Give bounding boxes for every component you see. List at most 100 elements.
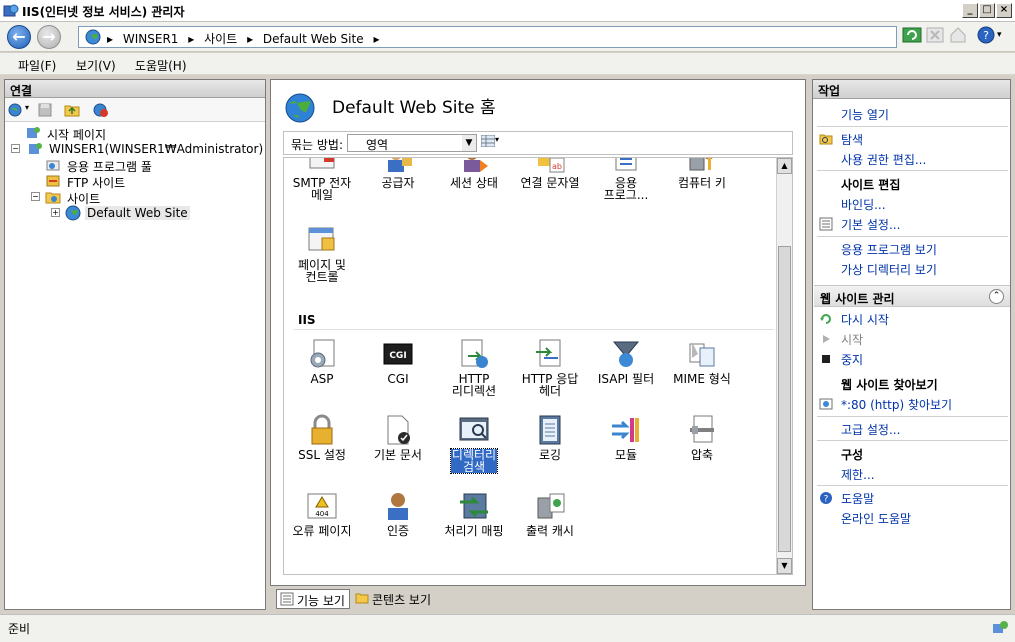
action-view-virtual-directories[interactable]: 가상 디렉터리 보기	[841, 261, 937, 278]
address-field[interactable]: ▸ WINSER1 ▸ 사이트 ▸ Default Web Site ▸	[78, 26, 897, 48]
svg-text:ab: ab	[552, 162, 562, 171]
menu-file[interactable]: 파일(F)	[18, 57, 56, 74]
scroll-down-icon[interactable]: ▼	[777, 558, 792, 574]
group-by-label: 묶는 방법:	[291, 138, 344, 152]
globe-icon	[85, 29, 101, 45]
feature-pages-controls[interactable]: 페이지 및 컨트롤	[284, 224, 360, 283]
feature-authentication[interactable]: 인증	[360, 490, 436, 537]
feature-mime-types[interactable]: MIME 형식	[664, 338, 740, 385]
feature-label: 로깅	[538, 448, 562, 462]
address-bar: ← → ▸ WINSER1 ▸ 사이트 ▸ Default Web Site ▸…	[0, 22, 1015, 52]
section-configure: 구성	[841, 448, 864, 462]
collapse-icon[interactable]: −	[11, 144, 20, 153]
disconnect-icon[interactable]	[93, 102, 109, 118]
action-bindings[interactable]: 바인딩...	[841, 196, 886, 213]
action-view-applications[interactable]: 응용 프로그램 보기	[841, 241, 937, 258]
explore-folder-icon	[819, 134, 833, 145]
default-document-icon	[387, 415, 410, 445]
feature-asp[interactable]: ASP	[284, 338, 360, 385]
help-dropdown-icon[interactable]: ▾	[997, 30, 1002, 40]
group-by-select[interactable]: 영역 ▼	[347, 134, 477, 152]
action-stop[interactable]: 중지	[841, 351, 863, 368]
feature-logging[interactable]: 로깅	[512, 414, 588, 461]
feature-connection-strings[interactable]: ab 연결 문자열	[512, 158, 588, 190]
action-online-help[interactable]: 온라인 도움말	[841, 510, 911, 527]
feature-handler-mappings[interactable]: 처리기 매핑	[436, 490, 512, 537]
basic-settings-icon	[819, 217, 833, 231]
feature-label: MIME 형식	[673, 372, 731, 386]
action-explore[interactable]: 탐색	[841, 131, 863, 148]
connect-icon[interactable]	[8, 102, 24, 118]
action-browse-80[interactable]: *:80 (http) 찾아보기	[841, 396, 952, 413]
menu-help[interactable]: 도움말(H)	[135, 57, 187, 74]
action-limits[interactable]: 제한...	[841, 466, 875, 483]
breadcrumb-site[interactable]: Default Web Site	[263, 32, 364, 46]
feature-directory-browsing[interactable]: 디렉터리 검색	[436, 414, 512, 474]
stop-icon[interactable]	[925, 25, 945, 45]
features-scrollbar[interactable]: ▲ ▼	[776, 158, 792, 574]
refresh-icon[interactable]	[902, 25, 922, 45]
feature-label: HTTP 응답 헤더	[521, 372, 579, 398]
minimize-button[interactable]: _	[962, 3, 978, 18]
feature-http-redirect[interactable]: HTTP 리디렉션	[436, 338, 512, 397]
chevron-down-icon[interactable]: ▼	[462, 135, 476, 151]
breadcrumb-arrow[interactable]: ▸	[188, 32, 194, 46]
tab-label: 콘텐츠 보기	[372, 593, 432, 607]
up-folder-icon[interactable]	[64, 102, 80, 118]
feature-isapi-filters[interactable]: ISAPI 필터	[588, 338, 664, 385]
collapse-up-icon[interactable]: ⌃	[989, 289, 1004, 304]
breadcrumb-arrow[interactable]: ▸	[247, 32, 253, 46]
feature-smtp-email[interactable]: SMTP 전자 메일	[284, 158, 360, 201]
modules-icon	[612, 418, 639, 442]
connect-dropdown-icon[interactable]: ▾	[25, 103, 29, 112]
feature-error-pages[interactable]: 404 오류 페이지	[284, 490, 360, 537]
separator	[817, 485, 1008, 486]
feature-modules[interactable]: 모듈	[588, 414, 664, 461]
action-advanced-settings[interactable]: 고급 설정...	[841, 421, 900, 438]
feature-machine-key[interactable]: 컴퓨터 키	[664, 158, 740, 189]
back-button[interactable]: ←	[7, 25, 31, 49]
breadcrumb-server[interactable]: WINSER1	[123, 32, 179, 46]
feature-app-settings[interactable]: 응용 프로그...	[588, 158, 664, 201]
scrollbar-thumb[interactable]	[778, 246, 791, 552]
save-icon[interactable]	[37, 102, 53, 118]
chevron-down-icon[interactable]: ▾	[495, 135, 499, 144]
section-edit-site: 사이트 편집	[841, 178, 901, 192]
tab-features-view[interactable]: 기능 보기	[276, 589, 350, 609]
action-start[interactable]: 시작	[841, 331, 863, 348]
start-icon	[823, 335, 830, 343]
feature-session-state[interactable]: 세션 상태	[436, 158, 512, 189]
expand-icon[interactable]: +	[51, 208, 60, 217]
close-button[interactable]: ×	[996, 3, 1012, 18]
feature-ssl-settings[interactable]: SSL 설정	[284, 414, 360, 461]
collapse-icon[interactable]: −	[31, 192, 40, 201]
view-mode-dropdown[interactable]: ▾	[480, 134, 505, 151]
sites-folder-icon	[45, 192, 61, 204]
feature-http-response-headers[interactable]: HTTP 응답 헤더	[512, 338, 588, 397]
action-edit-permissions[interactable]: 사용 권한 편집...	[841, 151, 926, 168]
breadcrumb-arrow[interactable]: ▸	[373, 32, 379, 46]
action-help[interactable]: 도움말	[841, 490, 874, 507]
breadcrumb-sites[interactable]: 사이트	[204, 32, 237, 46]
manage-site-group[interactable]: 웹 사이트 관리 ⌃	[814, 285, 1010, 307]
home-icon[interactable]	[948, 25, 968, 45]
action-restart[interactable]: 다시 시작	[841, 311, 889, 328]
feature-providers[interactable]: 공급자	[360, 158, 436, 189]
action-open-feature[interactable]: 기능 열기	[841, 106, 889, 123]
feature-default-document[interactable]: 기본 문서	[360, 414, 436, 461]
forward-button[interactable]: →	[37, 25, 61, 49]
menu-view[interactable]: 보기(V)	[76, 57, 116, 74]
feature-output-caching[interactable]: 출력 캐시	[512, 490, 588, 537]
help-icon[interactable]: ?	[976, 25, 996, 45]
handler-mappings-icon	[460, 493, 488, 519]
tab-content-view[interactable]: 콘텐츠 보기	[352, 589, 435, 609]
feature-label: ASP	[310, 372, 334, 386]
feature-compression[interactable]: 압축	[664, 414, 740, 461]
maximize-button[interactable]: □	[979, 3, 995, 18]
feature-cgi[interactable]: CGI CGI	[360, 338, 436, 385]
tree-label-ftp-sites: FTP 사이트	[67, 176, 126, 190]
feature-label: 연결 문자열	[520, 176, 580, 190]
scroll-up-icon[interactable]: ▲	[777, 158, 792, 174]
breadcrumb-arrow[interactable]: ▸	[107, 32, 113, 46]
action-basic-settings[interactable]: 기본 설정...	[841, 216, 900, 233]
